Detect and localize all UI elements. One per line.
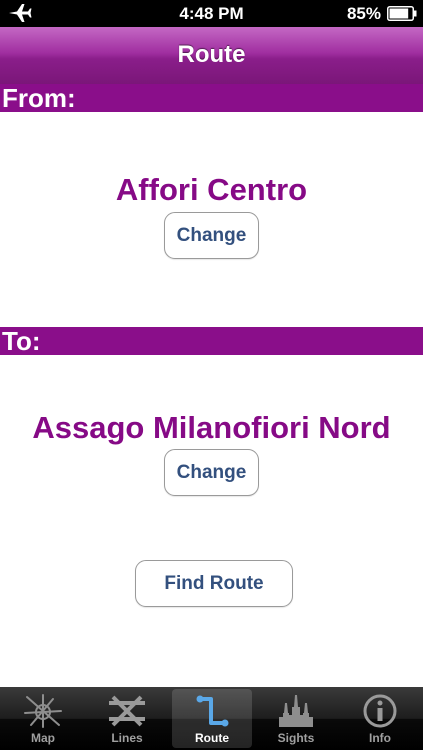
to-section-header: To:: [0, 327, 423, 355]
change-from-button[interactable]: Change: [164, 212, 259, 259]
route-icon: [196, 695, 229, 727]
battery-percent: 85%: [346, 4, 381, 23]
change-to-button[interactable]: Change: [164, 449, 259, 496]
page-title: Route: [177, 41, 246, 68]
to-station-name: Assago Milanofiori Nord: [32, 410, 391, 445]
tab-map[interactable]: Map: [3, 689, 83, 748]
lines-icon: [109, 695, 145, 727]
navigation-bar: Route: [0, 27, 423, 86]
status-bar: 4:48 PM 85%: [0, 0, 423, 27]
sights-icon: [279, 695, 313, 727]
tab-route[interactable]: Route: [172, 689, 252, 748]
find-route-button[interactable]: Find Route: [135, 560, 293, 607]
tab-lines[interactable]: Lines: [87, 689, 167, 748]
tab-info-label: Info: [369, 731, 391, 745]
tab-route-label: Route: [195, 731, 229, 745]
info-icon: [363, 694, 397, 728]
from-station-name: Affori Centro: [115, 172, 308, 207]
battery-icon: [387, 6, 417, 21]
tab-lines-label: Lines: [111, 731, 143, 745]
map-icon: [24, 694, 62, 728]
tab-info[interactable]: Info: [340, 689, 420, 748]
tab-sights-label: Sights: [277, 731, 315, 745]
from-section-header: From:: [0, 84, 423, 112]
tab-sights[interactable]: Sights: [256, 689, 336, 748]
tab-map-label: Map: [31, 731, 55, 745]
tab-bar: Map Lines Route Sights Info: [0, 687, 423, 750]
